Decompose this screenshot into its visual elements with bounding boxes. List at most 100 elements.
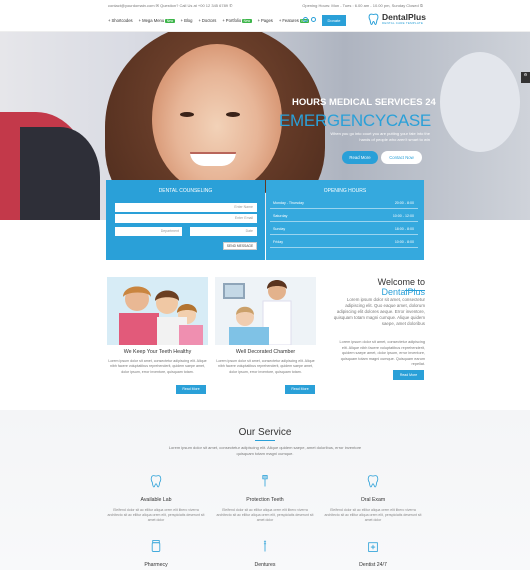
send-message-button[interactable]: SEND MESSAGE xyxy=(223,242,257,250)
counseling-title: DENTAL COUNSELING xyxy=(158,188,213,194)
welcome-text-secondary: Lorem ipsum dolor sit amet, consectetur … xyxy=(339,340,425,367)
eye xyxy=(180,112,194,117)
hours-time: 18:00 - 8:00 xyxy=(394,227,414,231)
service-item[interactable]: Dentist 24/7 xyxy=(323,539,423,568)
service-item[interactable]: Protection Teeth Eleifend dolor sit ac e… xyxy=(215,474,315,523)
top-bar: contact@yourdomain.com ✉ Question? Call … xyxy=(0,0,530,10)
welcome-text: Lorem ipsum dolor sit amet, consectetur … xyxy=(333,297,425,326)
nav-label: Portfolio xyxy=(225,18,242,23)
service-divider xyxy=(255,440,275,441)
main-navbar: + Shortcodes + Mega Menu New + Blog + Doctors… xyxy=(0,10,530,32)
service-item[interactable]: Dentures xyxy=(215,539,315,568)
service-text: Eleifend dolor sit ac ellitur aliqua ore… xyxy=(216,508,314,522)
hours-day: Monday - Thursday xyxy=(273,201,304,205)
card-title: Well Decorated Chamber xyxy=(235,349,296,355)
card-read-more-button[interactable]: Read More xyxy=(176,385,206,394)
nav-label: Mega Menu xyxy=(142,18,165,23)
nav-label: Features xyxy=(282,18,299,23)
nav-item-portfolio[interactable]: + Portfolio New xyxy=(222,18,252,23)
tooth-icon xyxy=(150,475,162,488)
tooth-logo-icon xyxy=(368,13,379,25)
contact-now-button[interactable]: Contact Now xyxy=(381,151,422,164)
cart-icon[interactable] xyxy=(311,17,316,22)
service-name: Pharmecy xyxy=(144,562,168,568)
service-title: Our Service xyxy=(238,427,292,438)
pill-bottle-icon xyxy=(151,540,161,552)
new-badge: New xyxy=(165,18,175,23)
hours-day: Sunday xyxy=(273,227,286,231)
service-text: Eleifend dolor sit ac ellitur aliqua ore… xyxy=(324,508,422,522)
nav-label: Blog xyxy=(184,18,193,23)
opening-hours-title: OPENING HOURS xyxy=(323,188,367,194)
nav-menu: + Shortcodes + Mega Menu New + Blog + Doctors… xyxy=(108,18,310,23)
donate-button[interactable]: Donate xyxy=(322,15,346,26)
nav-item-mega-menu[interactable]: + Mega Menu New xyxy=(139,18,175,23)
service-item[interactable]: Available Lab Eleifend dolor sit ac elli… xyxy=(106,474,206,523)
welcome-prefix: Welcome to xyxy=(377,277,425,287)
tooth-icon xyxy=(367,475,379,488)
welcome-read-more-button[interactable]: Read More xyxy=(393,370,424,380)
nav-label: Pages xyxy=(261,18,273,23)
name-input[interactable]: Enter Name xyxy=(115,203,257,212)
background-light xyxy=(440,52,520,152)
hours-time: 20:00 - 8:00 xyxy=(394,201,414,205)
service-name: Oral Exam xyxy=(360,497,386,503)
clinic-icon xyxy=(368,542,378,552)
hours-time: 10:00 - 12:00 xyxy=(392,214,414,218)
read-more-button[interactable]: Read More xyxy=(342,151,378,164)
service-item[interactable]: Pharmecy xyxy=(106,539,206,568)
hero-text: When you go into court you are putting y… xyxy=(330,131,430,142)
service-text: Eleifend dolor sit ac ellitur aliqua ore… xyxy=(107,508,205,522)
dental-chamber-photo xyxy=(215,277,316,346)
hero-banner: ⚙ xyxy=(0,32,530,220)
welcome-heading: Welcome to DentalPlus xyxy=(333,277,425,297)
department-label: Department xyxy=(160,229,179,233)
feature-card xyxy=(107,277,208,350)
dental-tool-icon xyxy=(263,540,267,552)
hero-title: EMERGENCYCASE xyxy=(279,111,431,130)
search-icon[interactable] xyxy=(303,17,308,22)
department-select[interactable]: Department xyxy=(115,227,182,236)
service-name: Dentures xyxy=(254,562,276,568)
smile xyxy=(190,152,236,166)
email-input[interactable]: Enter Email xyxy=(115,214,257,223)
contact-info: contact@yourdomain.com ✉ Question? Call … xyxy=(108,3,233,8)
new-badge: New xyxy=(242,18,252,23)
feature-card xyxy=(215,277,316,350)
welcome-brand: DentalPlus xyxy=(381,287,425,297)
card-read-more-button[interactable]: Read More xyxy=(285,385,315,394)
opening-hours-info: Opening Hours: Mon - Tues : 6.00 am - 10… xyxy=(302,3,423,8)
hours-row: Saturday 10:00 - 12:00 xyxy=(270,210,418,222)
side-toggle-button[interactable]: ⚙ xyxy=(521,72,530,83)
dental-chair-back xyxy=(20,127,100,220)
hours-row: Sunday 18:00 - 8:00 xyxy=(270,223,418,235)
nav-label: Doctors xyxy=(201,18,217,23)
hours-day: Saturday xyxy=(273,214,288,218)
eye xyxy=(226,112,240,117)
nav-item-pages[interactable]: + Pages xyxy=(258,18,273,23)
smiling-woman-face xyxy=(152,44,282,194)
logo-name: DentalPlus xyxy=(382,12,426,22)
welcome-divider xyxy=(405,290,425,291)
service-name: Dentist 24/7 xyxy=(359,562,387,568)
hero-subtitle: HOURS MEDICAL SERVICES 24 xyxy=(292,97,436,108)
nav-item-doctors[interactable]: + Doctors xyxy=(198,18,216,23)
card-text: Lorem ipsum dolor sit amet, consectetur … xyxy=(108,359,207,374)
service-item[interactable]: Oral Exam Eleifend dolor sit ac ellitur … xyxy=(323,474,423,523)
hours-row: Friday 10:00 - 8:00 xyxy=(270,236,418,248)
family-photo xyxy=(107,277,208,345)
card-title: We Keep Your Teeth Healthy xyxy=(123,349,192,355)
hours-day: Friday xyxy=(273,240,283,244)
service-description: Lorem ipsum dolor sit amet, consectetur … xyxy=(168,445,362,456)
hours-time: 10:00 - 8:00 xyxy=(394,240,414,244)
hours-row: Monday - Thursday 20:00 - 8:00 xyxy=(270,197,418,209)
nav-item-blog[interactable]: + Blog xyxy=(181,18,193,23)
logo[interactable]: DentalPlus DENTAL CARE TEMPLATE xyxy=(368,13,426,25)
nav-icons xyxy=(303,17,316,22)
nav-item-shortcodes[interactable]: + Shortcodes xyxy=(108,18,133,23)
date-input[interactable]: Date xyxy=(190,227,257,236)
tooth-brush-icon xyxy=(262,475,268,487)
logo-tagline: DENTAL CARE TEMPLATE xyxy=(382,21,424,25)
nav-label: Shortcodes xyxy=(111,18,133,23)
service-name: Protection Teeth xyxy=(246,497,284,503)
